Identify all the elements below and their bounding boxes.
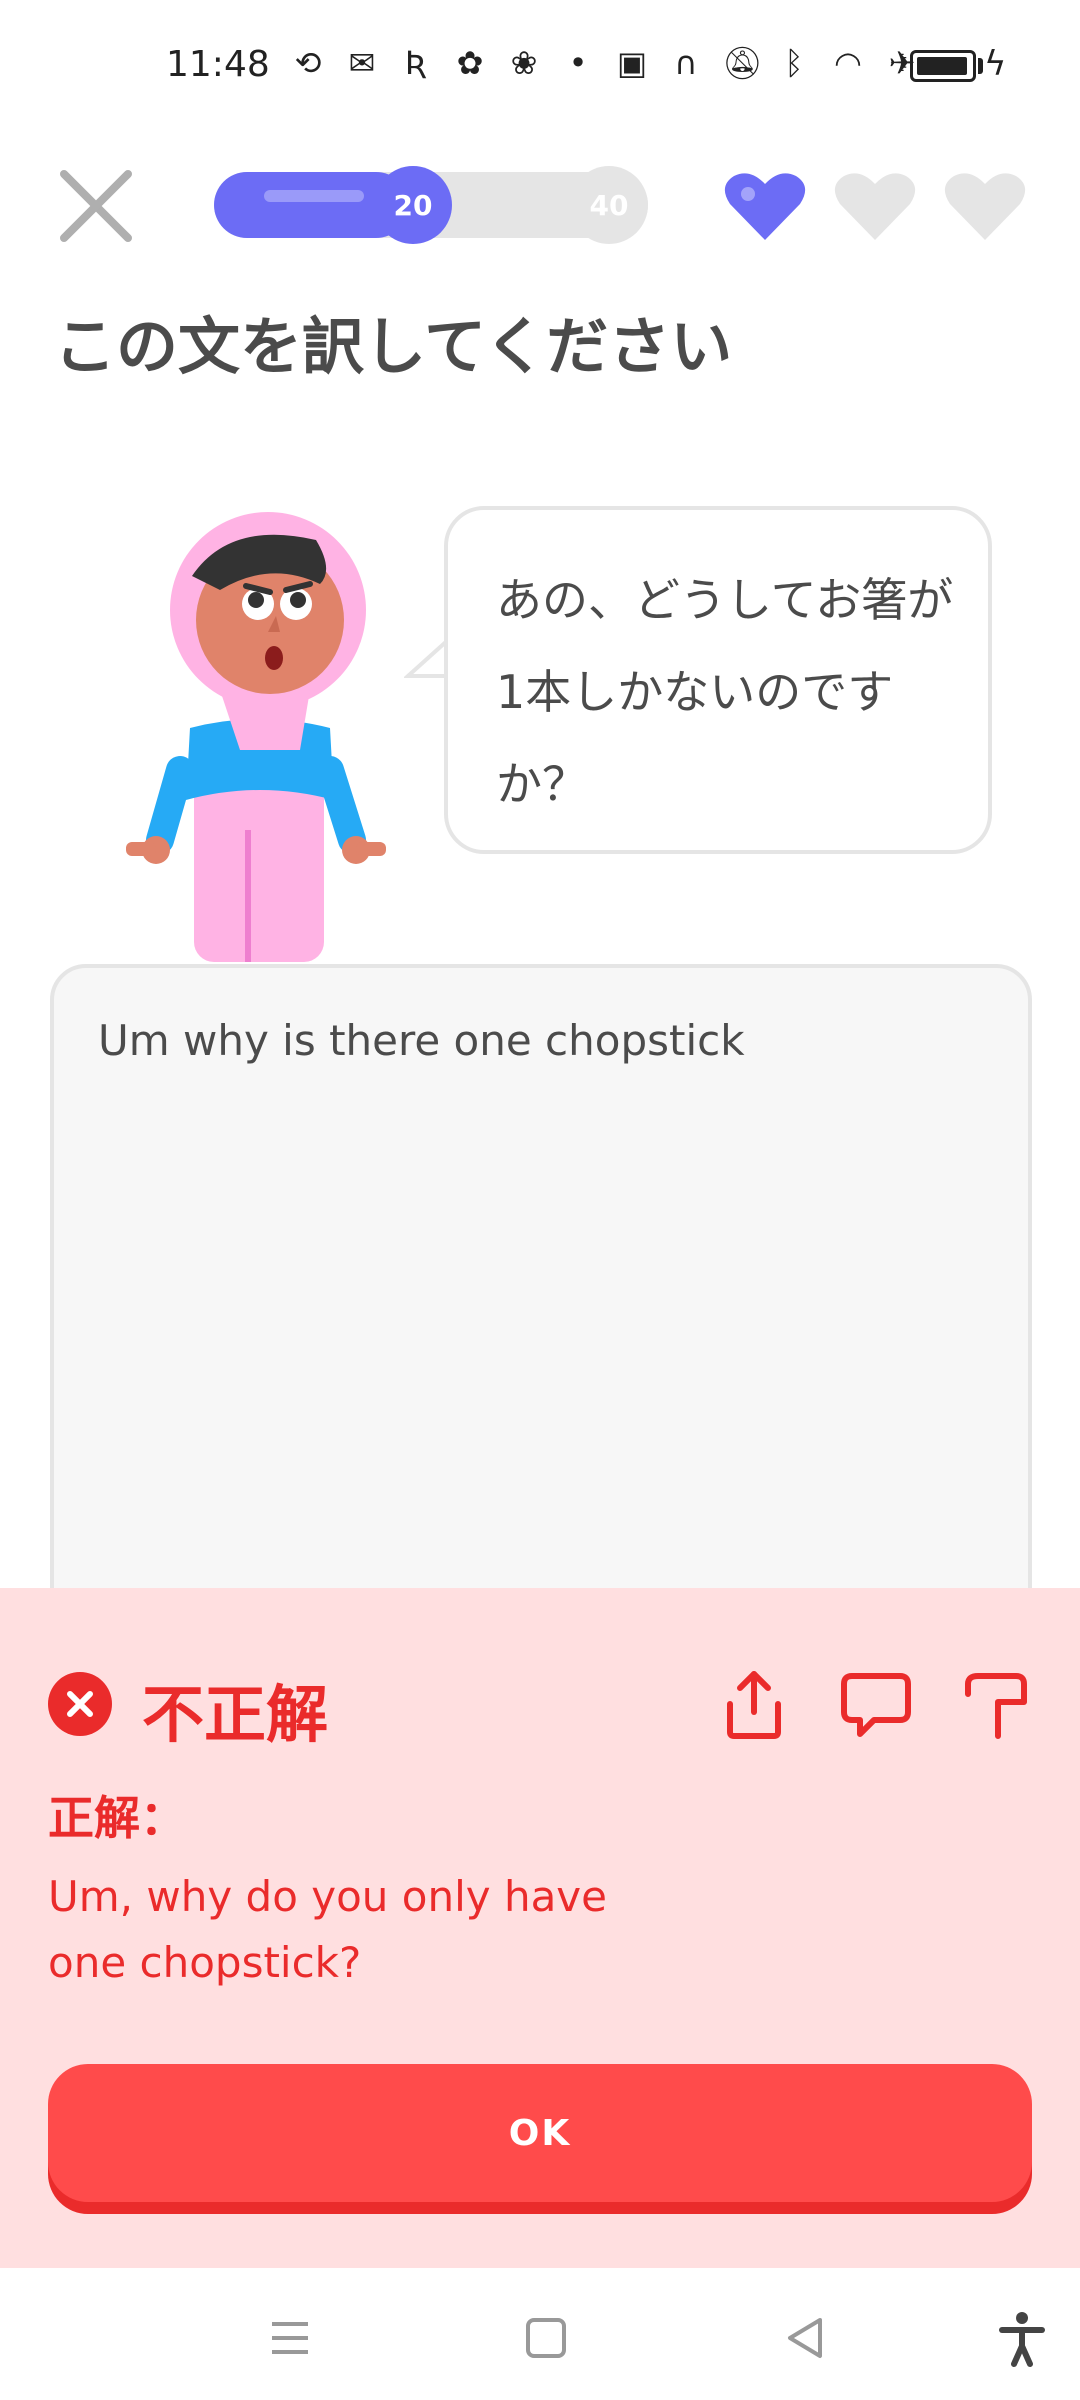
sync-icon: ⟲ xyxy=(294,44,322,82)
app-icon-2: ❀ xyxy=(510,44,538,82)
heart-filled-icon xyxy=(724,173,806,240)
page-title: この文を訳してください xyxy=(54,310,733,383)
close-icon xyxy=(60,170,132,242)
home-icon xyxy=(526,2318,566,2358)
answer-input[interactable]: Um why is there one chopstick xyxy=(50,964,1032,1664)
status-time: 11:48 xyxy=(166,44,270,85)
answer-text: Um why is there one chopstick xyxy=(98,1016,745,1065)
progress-milestone-20: 20 xyxy=(374,166,452,244)
status-icons: ⟲ ✉ Ʀ ✿ ❀ • ▣ ∩ 🔕︎ ᛒ ◠ ✈ xyxy=(290,44,920,82)
app-icon: ✿ xyxy=(456,44,484,82)
progress-shine xyxy=(264,190,364,202)
correct-answer-label: 正解： xyxy=(48,1791,186,1845)
menu-button[interactable] xyxy=(260,2308,320,2368)
share-icon xyxy=(727,1671,781,1739)
battery-icon xyxy=(910,50,976,82)
feedback-status: 不正解 xyxy=(142,1678,329,1751)
menu-icon xyxy=(272,2322,308,2354)
bluetooth-icon: ᛒ xyxy=(784,44,804,82)
ok-button[interactable]: OK xyxy=(48,2064,1032,2202)
comment-button[interactable] xyxy=(838,1666,914,1742)
system-nav-bar xyxy=(0,2268,1080,2400)
charging-icon: ϟ xyxy=(984,44,1007,84)
speech-bubble-tail xyxy=(404,640,448,678)
wifi-icon: ◠ xyxy=(834,44,862,82)
back-icon xyxy=(788,2318,822,2358)
accessibility-button[interactable] xyxy=(992,2308,1052,2368)
hearts xyxy=(724,170,1026,242)
r-icon: Ʀ xyxy=(404,44,428,82)
speech-bubble[interactable]: あの、どうしてお箸が1本しかないのですか？ xyxy=(444,506,992,854)
back-button[interactable] xyxy=(776,2308,836,2368)
comment-icon xyxy=(841,1673,911,1737)
flag-icon xyxy=(965,1673,1027,1739)
mute-icon: 🔕︎ xyxy=(722,44,763,82)
headphones-icon: ∩ xyxy=(674,44,698,82)
heart-empty-icon xyxy=(944,173,1026,240)
heart-empty-icon xyxy=(834,173,916,240)
nfc-icon: ▣ xyxy=(616,44,648,82)
battery-tip xyxy=(978,58,983,74)
speech-text[interactable]: あの、どうしてお箸が1本しかないのですか？ xyxy=(496,554,966,830)
gmail-icon: ✉ xyxy=(348,44,376,82)
accessibility-icon xyxy=(999,2312,1045,2367)
character-illustration xyxy=(126,512,386,962)
report-button[interactable] xyxy=(958,1666,1034,1742)
close-button[interactable] xyxy=(56,166,136,246)
home-button[interactable] xyxy=(516,2308,576,2368)
share-button[interactable] xyxy=(716,1666,792,1742)
dot-icon: • xyxy=(568,44,588,82)
lesson-progress-bar: 20 40 xyxy=(214,166,648,244)
correct-answer-text: Um, why do you only have one chopstick? xyxy=(48,1872,608,1987)
progress-milestone-40: 40 xyxy=(570,166,648,244)
feedback-panel: 不正解 正解： Um, why do you only have one cho… xyxy=(0,1588,1080,2268)
incorrect-icon xyxy=(48,1672,112,1736)
status-bar: 11:48 ⟲ ✉ Ʀ ✿ ❀ • ▣ ∩ 🔕︎ ᛒ ◠ ✈ ϟ xyxy=(0,0,1080,130)
